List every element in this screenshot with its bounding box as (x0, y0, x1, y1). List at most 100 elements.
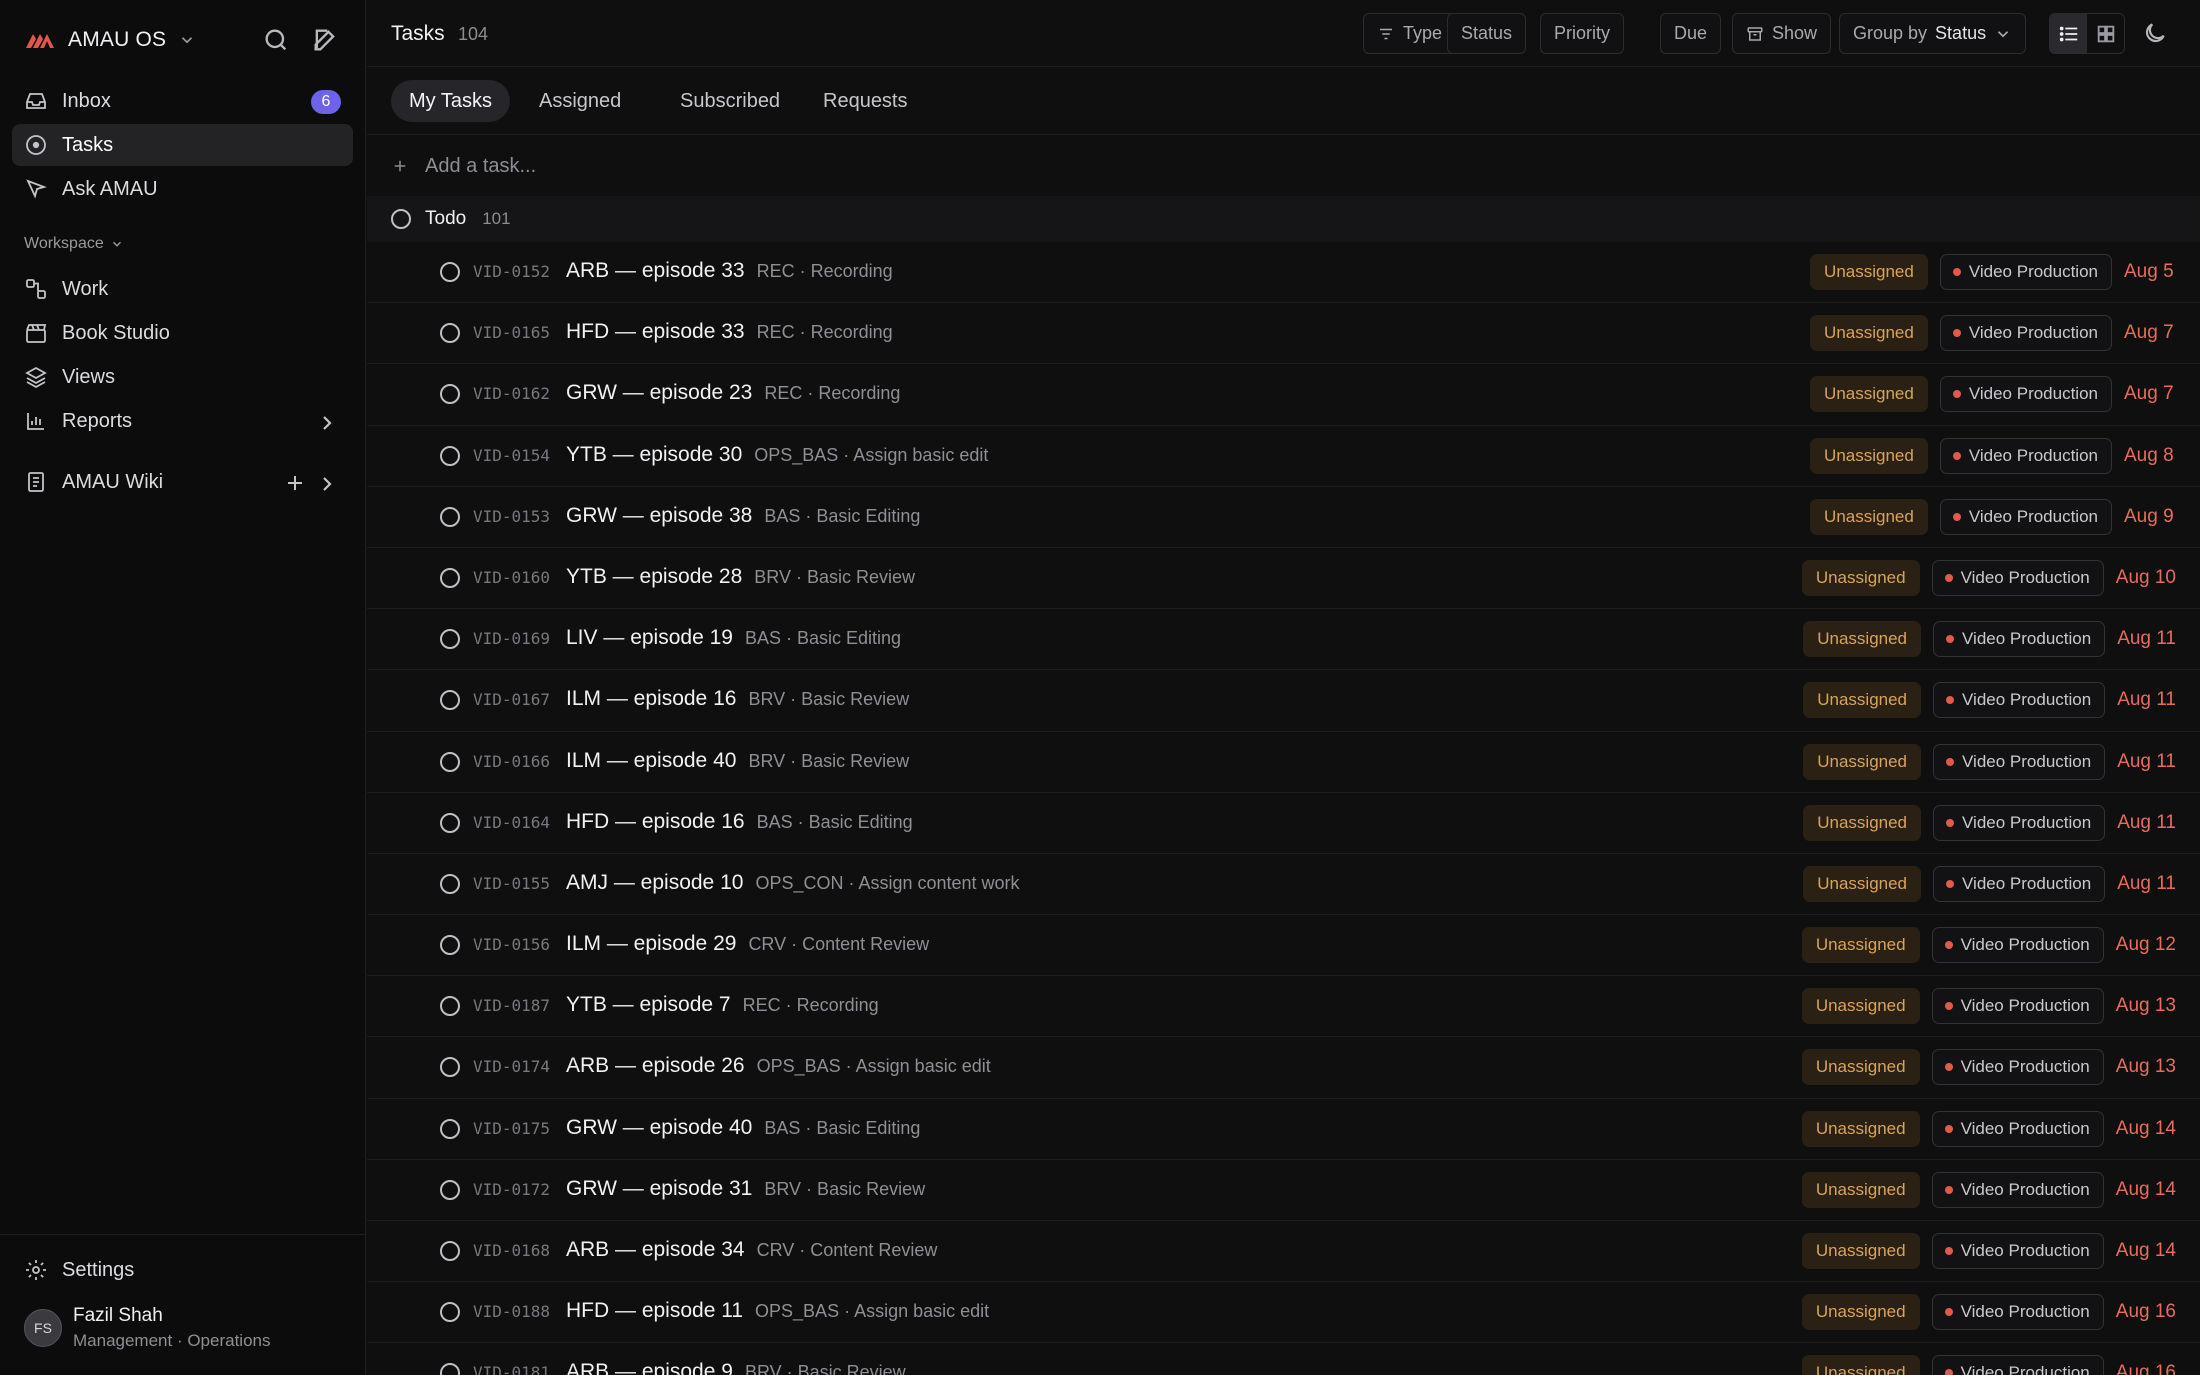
table-row[interactable]: VID-0162 GRW — episode 23 REC · Recordin… (367, 364, 2200, 426)
table-row[interactable]: VID-0156 ILM — episode 29 CRV · Content … (367, 915, 2200, 977)
due-date[interactable]: Aug 7 (2124, 383, 2176, 405)
assignee-badge[interactable]: Unassigned (1801, 1171, 1920, 1208)
workspace-switcher[interactable]: AMAU OS (24, 24, 196, 56)
status-circle-icon[interactable] (440, 812, 460, 833)
project-badge[interactable]: Video Production (1931, 1171, 2104, 1208)
search-icon[interactable] (262, 26, 290, 54)
filter-status-button[interactable]: Status (1447, 13, 1527, 54)
table-row[interactable]: VID-0153 GRW — episode 38 BAS · Basic Ed… (367, 487, 2200, 548)
project-badge[interactable]: Video Production (1939, 498, 2112, 535)
project-badge[interactable]: Video Production (1931, 1355, 2104, 1375)
due-date[interactable]: Aug 11 (2117, 812, 2176, 834)
status-circle-icon[interactable] (440, 506, 460, 527)
table-row[interactable]: VID-0167 ILM — episode 16 BRV · Basic Re… (367, 670, 2200, 732)
nav-book-studio[interactable]: Book Studio (12, 312, 353, 354)
board-view-button[interactable] (2087, 14, 2124, 53)
table-row[interactable]: VID-0155 AMJ — episode 10 OPS_CON · Assi… (367, 854, 2200, 916)
due-date[interactable]: Aug 10 (2116, 567, 2176, 589)
nav-inbox[interactable]: Inbox 6 (12, 80, 353, 122)
project-badge[interactable]: Video Production (1931, 559, 2104, 596)
project-badge[interactable]: Video Production (1931, 1294, 2104, 1331)
nav-ask-amau[interactable]: Ask AMAU (12, 168, 353, 210)
due-date[interactable]: Aug 14 (2116, 1240, 2176, 1262)
status-circle-icon[interactable] (440, 1179, 460, 1200)
nav-work[interactable]: Work (12, 268, 353, 310)
table-row[interactable]: VID-0152 ARB — episode 33 REC · Recordin… (367, 242, 2200, 304)
due-date[interactable]: Aug 14 (2116, 1118, 2176, 1140)
compose-icon[interactable] (311, 26, 339, 54)
filter-type-button[interactable]: Type (1363, 13, 1457, 54)
status-circle-icon[interactable] (440, 1302, 460, 1323)
assignee-badge[interactable]: Unassigned (1810, 315, 1928, 352)
status-circle-icon[interactable] (440, 567, 460, 588)
due-date[interactable]: Aug 11 (2117, 628, 2176, 650)
filter-priority-button[interactable]: Priority (1540, 13, 1625, 54)
status-circle-icon[interactable] (440, 935, 460, 956)
assignee-badge[interactable]: Unassigned (1801, 1049, 1920, 1086)
status-circle-icon[interactable] (440, 996, 460, 1017)
assignee-badge[interactable]: Unassigned (1803, 865, 1922, 902)
project-badge[interactable]: Video Production (1931, 1049, 2104, 1086)
table-row[interactable]: VID-0188 HFD — episode 11 OPS_BAS · Assi… (367, 1282, 2200, 1344)
table-row[interactable]: VID-0174 ARB — episode 26 OPS_BAS · Assi… (367, 1037, 2200, 1099)
chevron-right-icon[interactable] (315, 411, 339, 435)
project-badge[interactable]: Video Production (1939, 315, 2112, 352)
project-badge[interactable]: Video Production (1931, 1233, 2104, 1269)
group-by-select[interactable]: Group by Status (1839, 13, 2027, 54)
project-badge[interactable]: Video Production (1939, 437, 2112, 474)
project-badge[interactable]: Video Production (1933, 621, 2106, 658)
nav-views[interactable]: Views (12, 356, 353, 398)
due-date[interactable]: Aug 9 (2124, 506, 2176, 528)
due-date[interactable]: Aug 13 (2116, 995, 2176, 1017)
tab-assigned[interactable]: Assigned (521, 80, 639, 122)
plus-icon[interactable] (283, 471, 307, 495)
add-task-input[interactable]: Add a task... (367, 136, 2200, 196)
due-date[interactable]: Aug 7 (2124, 322, 2176, 344)
assignee-badge[interactable]: Unassigned (1801, 1233, 1920, 1269)
status-circle-icon[interactable] (440, 323, 460, 344)
project-badge[interactable]: Video Production (1939, 254, 2112, 290)
project-badge[interactable]: Video Production (1931, 1110, 2104, 1147)
due-date[interactable]: Aug 12 (2116, 934, 2176, 956)
tab-subscribed[interactable]: Subscribed (662, 80, 798, 122)
project-badge[interactable]: Video Production (1933, 682, 2106, 719)
tab-requests[interactable]: Requests (805, 80, 926, 122)
assignee-badge[interactable]: Unassigned (1803, 621, 1922, 658)
status-circle-icon[interactable] (440, 1118, 460, 1139)
project-badge[interactable]: Video Production (1933, 865, 2106, 902)
list-view-button[interactable] (2050, 14, 2087, 53)
due-date[interactable]: Aug 8 (2124, 445, 2176, 467)
table-row[interactable]: VID-0164 HFD — episode 16 BAS · Basic Ed… (367, 793, 2200, 854)
assignee-badge[interactable]: Unassigned (1801, 927, 1920, 964)
table-row[interactable]: VID-0160 YTB — episode 28 BRV · Basic Re… (367, 548, 2200, 610)
assignee-badge[interactable]: Unassigned (1801, 988, 1920, 1025)
show-button[interactable]: Show (1732, 13, 1832, 54)
tab-my-tasks[interactable]: My Tasks (391, 80, 510, 122)
project-badge[interactable]: Video Production (1939, 376, 2112, 413)
due-date[interactable]: Aug 14 (2116, 1179, 2176, 1201)
status-circle-icon[interactable] (440, 629, 460, 650)
project-badge[interactable]: Video Production (1931, 988, 2104, 1025)
assignee-badge[interactable]: Unassigned (1801, 559, 1920, 596)
table-row[interactable]: VID-0181 ARB — episode 9 BRV · Basic Rev… (367, 1343, 2200, 1375)
avatar[interactable]: FS (24, 1309, 62, 1347)
due-date[interactable]: Aug 16 (2116, 1362, 2176, 1375)
chevron-right-icon[interactable] (315, 472, 339, 496)
status-circle-icon[interactable] (440, 873, 460, 894)
table-row[interactable]: VID-0168 ARB — episode 34 CRV · Content … (367, 1221, 2200, 1283)
assignee-badge[interactable]: Unassigned (1810, 376, 1928, 413)
table-row[interactable]: VID-0169 LIV — episode 19 BAS · Basic Ed… (367, 609, 2200, 671)
due-date[interactable]: Aug 11 (2117, 751, 2176, 773)
group-header-todo[interactable]: Todo 101 (367, 196, 2200, 242)
assignee-badge[interactable]: Unassigned (1810, 254, 1928, 290)
assignee-badge[interactable]: Unassigned (1801, 1294, 1920, 1331)
table-row[interactable]: VID-0154 YTB — episode 30 OPS_BAS · Assi… (367, 426, 2200, 487)
table-row[interactable]: VID-0166 ILM — episode 40 BRV · Basic Re… (367, 732, 2200, 793)
status-circle-icon[interactable] (440, 1057, 460, 1078)
project-badge[interactable]: Video Production (1931, 927, 2104, 964)
nav-tasks[interactable]: Tasks (12, 124, 353, 166)
assignee-badge[interactable]: Unassigned (1803, 804, 1922, 841)
table-row[interactable]: VID-0187 YTB — episode 7 REC · Recording… (367, 976, 2200, 1038)
table-row[interactable]: VID-0165 HFD — episode 33 REC · Recordin… (367, 303, 2200, 365)
assignee-badge[interactable]: Unassigned (1810, 498, 1928, 535)
